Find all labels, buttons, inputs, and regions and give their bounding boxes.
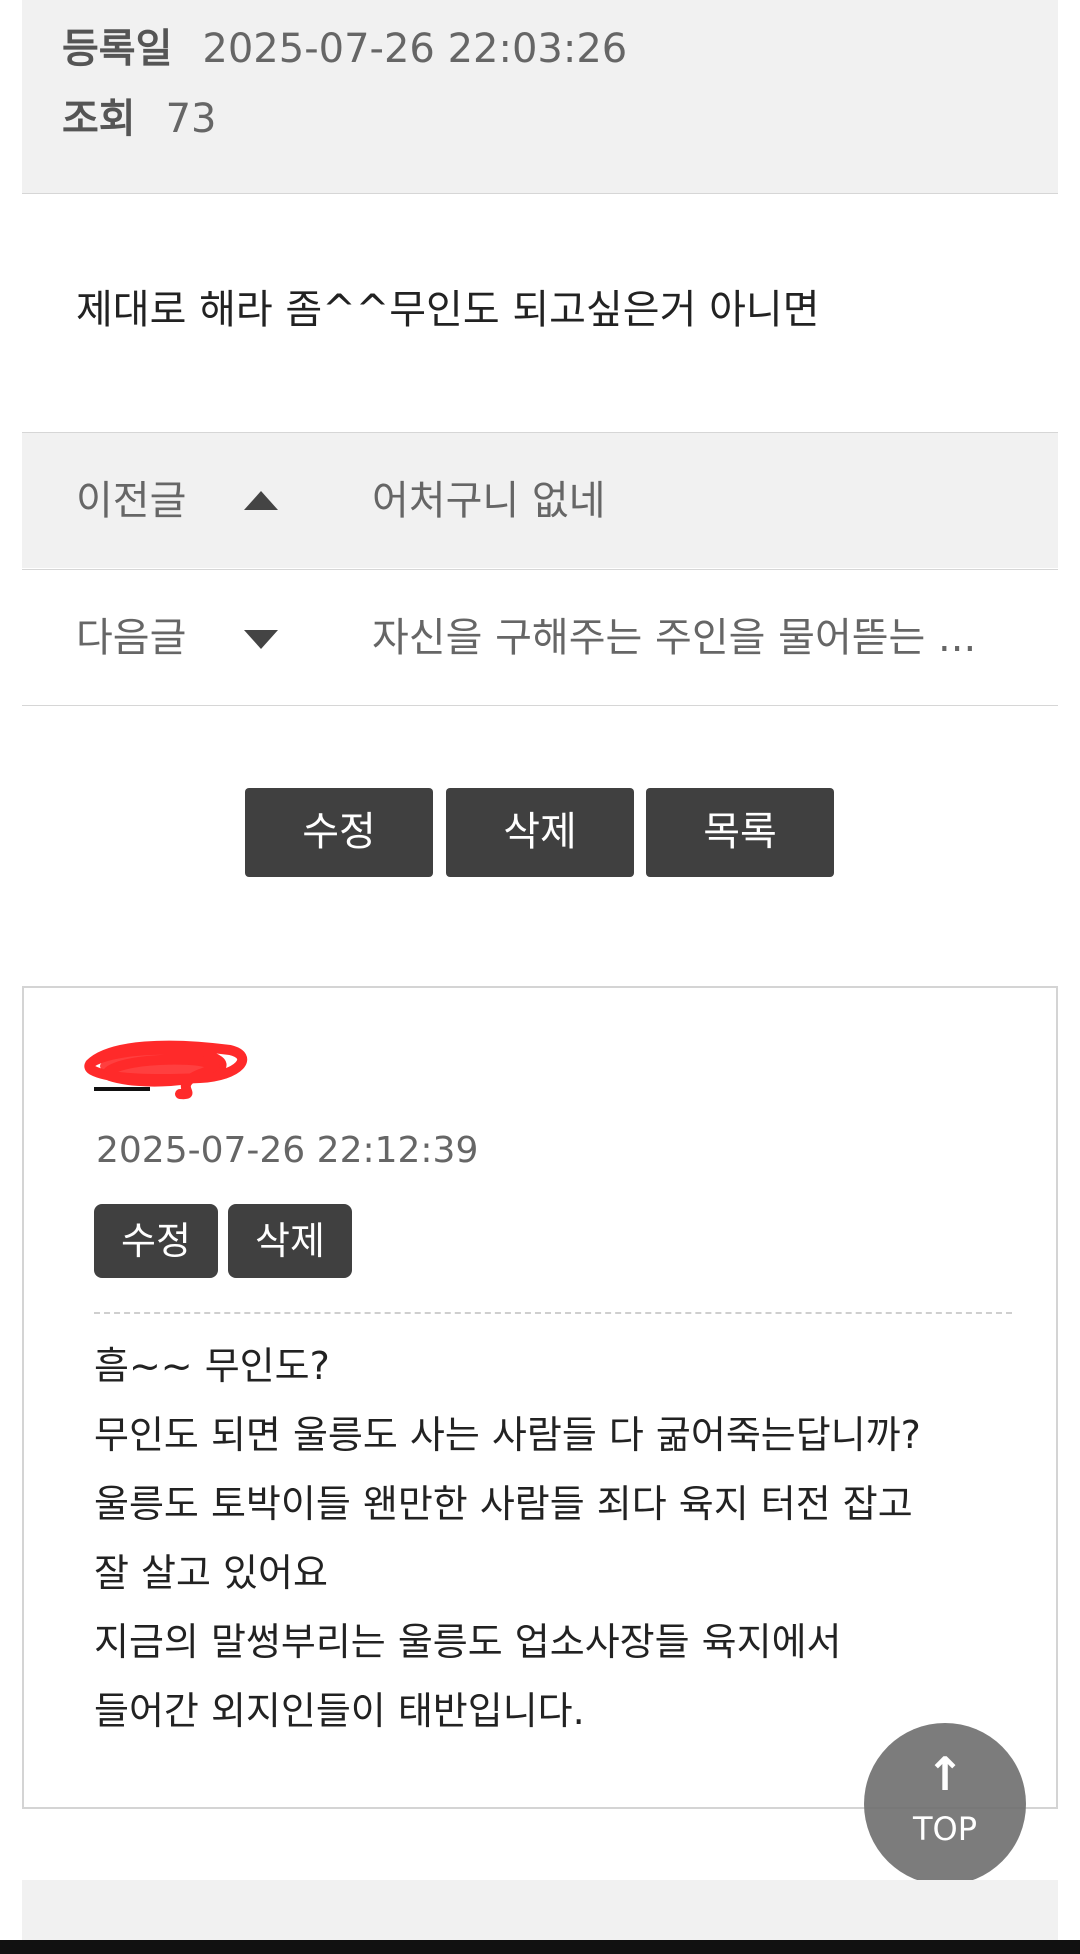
delete-post-button[interactable]: 삭제 xyxy=(446,788,634,877)
delete-comment-button[interactable]: 삭제 xyxy=(228,1204,352,1278)
comment-line: 무인도 되면 울릉도 사는 사람들 다 굶어죽는답니까? xyxy=(94,1413,921,1457)
post-meta: 등록일 2025-07-26 22:03:26 조회 73 xyxy=(22,0,1058,194)
comment-card: 2025-07-26 22:12:39 수정 삭제 흠~~ 무인도? 무인도 되… xyxy=(22,986,1058,1809)
list-button[interactable]: 목록 xyxy=(646,788,834,877)
arrow-up-icon: ↑ xyxy=(925,1747,965,1801)
prev-post-label: 이전글 xyxy=(76,478,187,524)
post-views-value: 73 xyxy=(165,96,217,142)
comment-line: 잘 살고 있어요 xyxy=(94,1551,328,1595)
comment-line: 흠~~ 무인도? xyxy=(94,1344,330,1388)
post-views-label: 조회 xyxy=(62,96,136,142)
redacted-author-scribble xyxy=(84,1040,248,1100)
next-post-label: 다음글 xyxy=(76,615,187,661)
scroll-top-button[interactable]: ↑ TOP xyxy=(864,1723,1026,1885)
comment-divider xyxy=(94,1312,1012,1314)
comment-line: 울릉도 토박이들 왠만한 사람들 죄다 육지 터전 잡고 xyxy=(94,1482,913,1526)
next-post-title[interactable]: 자신을 구해주는 주인을 물어뜯는 ... xyxy=(372,610,1002,666)
post-date-value: 2025-07-26 22:03:26 xyxy=(202,26,628,72)
triangle-down-icon xyxy=(244,630,278,649)
post-views-row: 조회 73 xyxy=(62,94,217,144)
comment-line: 들어간 외지인들이 태반입니다. xyxy=(94,1689,585,1733)
triangle-up-icon xyxy=(244,491,278,510)
post-date-label: 등록일 xyxy=(62,26,173,72)
comment-line: 지금의 말썽부리는 울릉도 업소사장들 육지에서 xyxy=(94,1620,842,1664)
prev-post-link[interactable]: 이전글 어처구니 없네 xyxy=(22,432,1058,568)
prev-post-title[interactable]: 어처구니 없네 xyxy=(372,473,1002,529)
next-post-link[interactable]: 다음글 자신을 구해주는 주인을 물어뜯는 ... xyxy=(22,569,1058,706)
scroll-top-label: TOP xyxy=(912,1810,978,1848)
edit-comment-button[interactable]: 수정 xyxy=(94,1204,218,1278)
system-bottom-bar xyxy=(0,1940,1080,1954)
comment-text: 흠~~ 무인도? 무인도 되면 울릉도 사는 사람들 다 굶어죽는답니까? 울릉… xyxy=(94,1332,1034,1746)
comment-date: 2025-07-26 22:12:39 xyxy=(96,1130,479,1171)
post-content: 제대로 해라 좀^^무인도 되고싶은거 아니면 xyxy=(76,287,820,333)
post-date-row: 등록일 2025-07-26 22:03:26 xyxy=(62,24,627,74)
edit-post-button[interactable]: 수정 xyxy=(245,788,433,877)
